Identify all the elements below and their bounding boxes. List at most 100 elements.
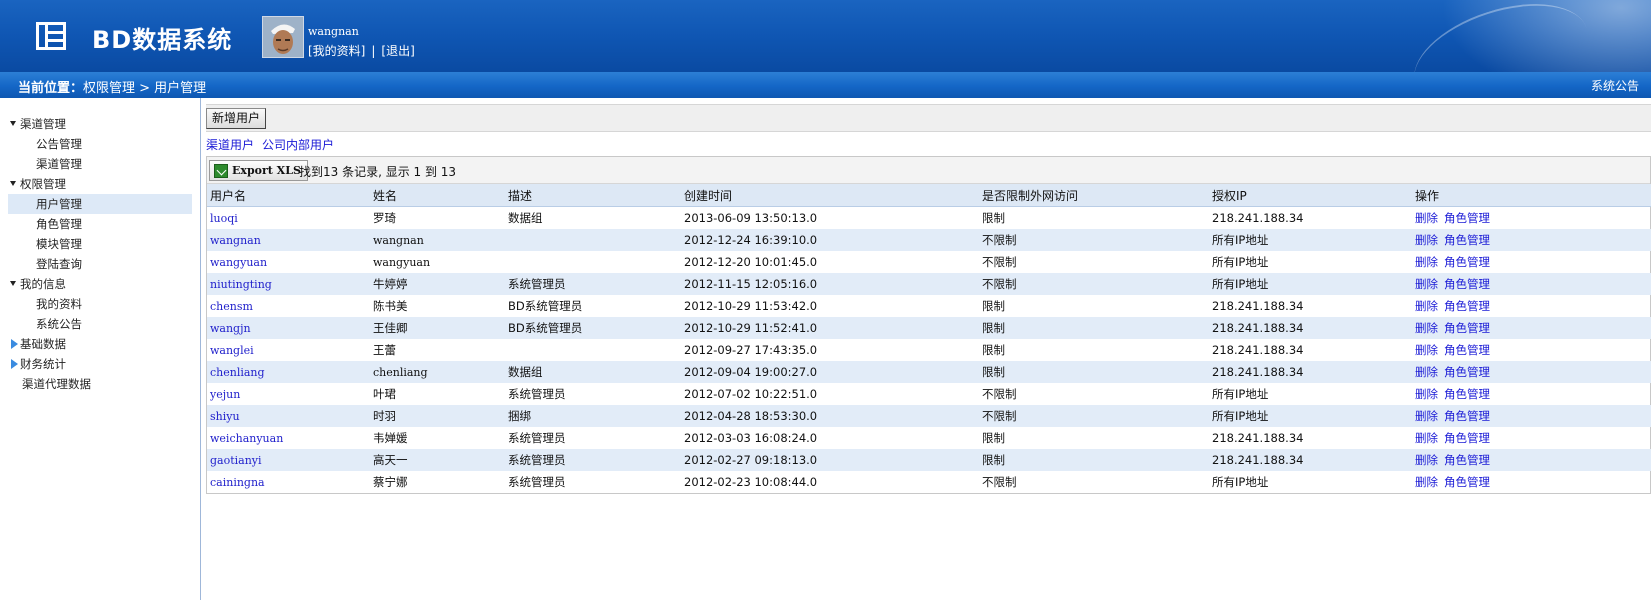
cell-actions: 删除 角色管理 [1412,251,1651,273]
cell-username[interactable]: wanglei [207,339,370,361]
sidebar-item[interactable]: 基础数据 [8,334,192,354]
delete-link[interactable]: 删除 [1415,453,1438,467]
role-manage-link[interactable]: 角色管理 [1444,409,1490,423]
cell-username[interactable]: wangnan [207,229,370,251]
sidebar-item[interactable]: 我的信息 [8,274,192,294]
delete-link[interactable]: 删除 [1415,365,1438,379]
cell-username[interactable]: niutingting [207,273,370,295]
table-header: 用户名 姓名 描述 创建时间 是否限制外网访问 授权IP 操作 [207,184,1651,207]
cell-external-access: 不限制 [979,273,1209,295]
sidebar-item-label: 我的信息 [20,277,66,291]
cell-username[interactable]: gaotianyi [207,449,370,471]
cell-username[interactable]: weichanyuan [207,427,370,449]
cell-name: 王佳卿 [370,317,505,339]
export-xls-button[interactable]: Export XLS [209,160,308,181]
link-separator: | [371,44,376,58]
cell-external-access: 不限制 [979,229,1209,251]
cell-username[interactable]: cainingna [207,471,370,493]
sidebar-item[interactable]: 渠道管理 [8,154,192,174]
cell-name: wangyuan [373,255,431,269]
role-manage-link[interactable]: 角色管理 [1444,387,1490,401]
my-profile-link[interactable]: [我的资料] [308,44,365,58]
delete-link[interactable]: 删除 [1415,299,1438,313]
sidebar-item[interactable]: 渠道管理 [8,114,192,134]
cell-external-access: 限制 [982,211,1005,225]
col-created-time[interactable]: 创建时间 [681,184,979,207]
cell-username[interactable]: chenliang [207,361,370,383]
cell-created-time: 2012-02-23 10:08:44.0 [684,475,818,489]
role-manage-link[interactable]: 角色管理 [1444,365,1490,379]
cell-authorized-ip: 所有IP地址 [1209,273,1412,295]
sidebar-item-label: 权限管理 [20,177,66,191]
sidebar-item[interactable]: 公告管理 [8,134,192,154]
delete-link[interactable]: 删除 [1415,409,1438,423]
username: wangnan [308,25,359,38]
cell-description [505,251,681,273]
sidebar-item-label: 渠道管理 [36,157,82,171]
cell-actions: 删除 角色管理 [1412,339,1651,361]
add-user-button[interactable]: 新增用户 [206,108,267,129]
cell-external-access: 限制 [979,317,1209,339]
cell-external-access: 不限制 [979,405,1209,427]
role-manage-link[interactable]: 角色管理 [1444,211,1490,225]
delete-link[interactable]: 删除 [1415,387,1438,401]
cell-username[interactable]: chensm [207,295,370,317]
table-row: chensm 陈书美 BD系统管理员 2012-10-29 11:53:42.0 限制 2… [207,295,1651,317]
delete-link[interactable]: 删除 [1415,277,1438,291]
cell-name: 牛婷婷 [370,273,505,295]
cell-username[interactable]: yejun [207,383,370,405]
cell-name: 罗琦 [373,211,396,225]
delete-link[interactable]: 删除 [1415,321,1438,335]
sidebar-item[interactable]: 用户管理 [8,194,192,214]
cell-username[interactable]: luoqi [207,207,370,230]
cell-username[interactable]: wangjn [207,317,370,339]
cell-username[interactable]: wangyuan [207,251,370,273]
role-manage-link[interactable]: 角色管理 [1444,453,1490,467]
col-name[interactable]: 姓名 [370,184,505,207]
cell-name: 高天一 [370,449,505,471]
delete-link[interactable]: 删除 [1415,233,1438,247]
sidebar-item[interactable]: 模块管理 [8,234,192,254]
tab-channel-users[interactable]: 渠道用户 [206,138,254,152]
cell-created-time: 2012-10-29 11:52:41.0 [681,317,979,339]
table-row: shiyu 时羽 捆绑 2012-04-28 18:53:30.0 不限制 所有IP地址删… [207,405,1651,427]
cell-external-access: 限制 [979,449,1209,471]
cell-actions: 删除 角色管理 [1412,427,1651,449]
sidebar-item-label: 财务统计 [20,357,66,371]
cell-description: 数据组 [505,361,681,383]
role-manage-link[interactable]: 角色管理 [1444,475,1490,489]
role-manage-link[interactable]: 角色管理 [1444,321,1490,335]
col-external-access[interactable]: 是否限制外网访问 [979,184,1209,207]
role-manage-link[interactable]: 角色管理 [1444,431,1490,445]
cell-authorized-ip: 218.241.188.34 [1209,317,1412,339]
delete-link[interactable]: 删除 [1415,431,1438,445]
cell-username[interactable]: shiyu [207,405,370,427]
sidebar-item-label: 我的资料 [36,297,82,311]
col-description[interactable]: 描述 [505,184,681,207]
role-manage-link[interactable]: 角色管理 [1444,255,1490,269]
role-manage-link[interactable]: 角色管理 [1444,233,1490,247]
logout-link[interactable]: [退出] [381,44,414,58]
sidebar-item[interactable]: 登陆查询 [8,254,192,274]
sidebar-item[interactable]: 角色管理 [8,214,192,234]
sidebar-item[interactable]: 系统公告 [8,314,192,334]
sidebar-item[interactable]: 我的资料 [8,294,192,314]
system-notice-link[interactable]: 系统公告 [1591,77,1639,94]
role-manage-link[interactable]: 角色管理 [1444,299,1490,313]
sidebar-item[interactable]: 渠道代理数据 [8,374,192,394]
delete-link[interactable]: 删除 [1415,343,1438,357]
delete-link[interactable]: 删除 [1415,475,1438,489]
cell-authorized-ip: 所有IP地址 [1212,255,1269,269]
sidebar-item[interactable]: 财务统计 [8,354,192,374]
cell-actions: 删除 角色管理 [1412,361,1651,383]
delete-link[interactable]: 删除 [1415,211,1438,225]
cell-description [505,339,681,361]
col-username[interactable]: 用户名 [207,184,370,207]
delete-link[interactable]: 删除 [1415,255,1438,269]
cell-external-access: 限制 [982,299,1005,313]
sidebar-item[interactable]: 权限管理 [8,174,192,194]
role-manage-link[interactable]: 角色管理 [1444,343,1490,357]
tab-internal-users[interactable]: 公司内部用户 [262,138,334,152]
col-authorized-ip[interactable]: 授权IP [1209,184,1412,207]
role-manage-link[interactable]: 角色管理 [1444,277,1490,291]
